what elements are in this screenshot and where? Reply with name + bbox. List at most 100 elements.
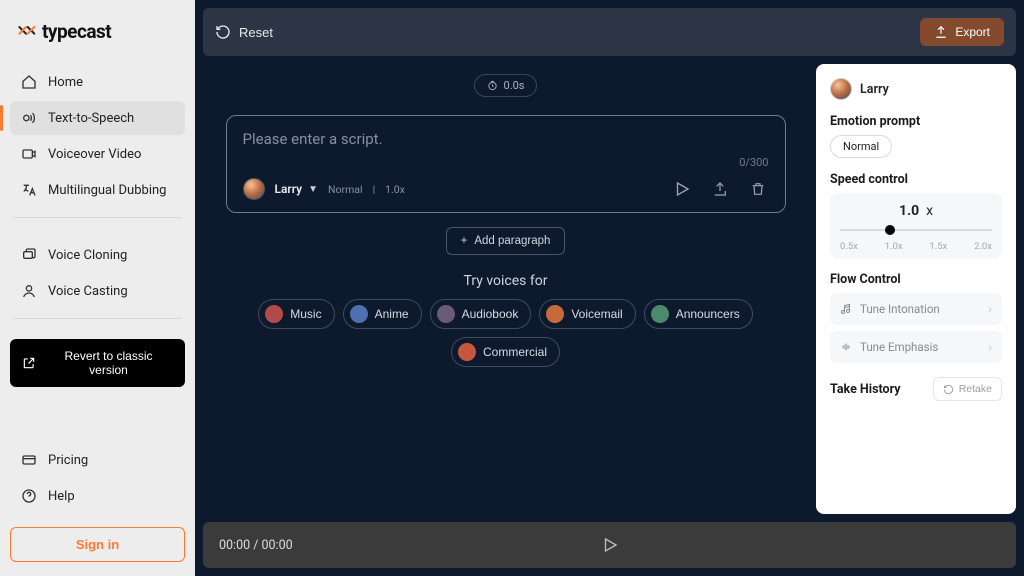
emotion-section: Emotion prompt Normal: [830, 114, 1002, 158]
flow-item-tune-emphasis[interactable]: Tune Emphasis›: [830, 331, 1002, 363]
nav-label: Voiceover Video: [48, 147, 141, 162]
voice-settings-panel: Larry Emotion prompt Normal Speed contro…: [816, 64, 1016, 514]
video-icon: [20, 145, 38, 163]
play-button[interactable]: [671, 178, 693, 200]
flow-section: Flow Control Tune Intonation›Tune Emphas…: [830, 272, 1002, 363]
sidebar-bottom: Pricing Help Sign in: [10, 443, 185, 562]
add-paragraph-button[interactable]: + Add paragraph: [446, 227, 566, 255]
nav-text-to-speech[interactable]: Text-to-Speech: [10, 101, 185, 135]
flow-item-tune-intonation[interactable]: Tune Intonation›: [830, 293, 1002, 325]
chip-label: Audiobook: [462, 307, 519, 321]
retake-label: Retake: [959, 383, 992, 395]
chip-avatar: [458, 343, 476, 361]
secondary-nav: Voice Cloning Voice Casting: [10, 238, 185, 308]
flow-item-icon: [840, 341, 852, 353]
player-time: 00:00 / 00:00: [219, 538, 293, 553]
voice-emotion: Normal: [328, 183, 363, 196]
add-paragraph-label: Add paragraph: [474, 235, 550, 247]
revert-label: Revert to classic version: [44, 349, 173, 377]
speed-label: Speed control: [830, 172, 1002, 187]
voice-selector-row: Larry ▼ Normal | 1.0x: [243, 178, 769, 200]
brand-name: typecast: [42, 20, 111, 43]
nav-multilingual-dubbing[interactable]: Multilingual Dubbing: [10, 173, 185, 207]
speed-tick: 2.0x: [974, 241, 992, 252]
revert-button[interactable]: Revert to classic version: [10, 339, 185, 387]
casting-icon: [20, 282, 38, 300]
panel-header: Larry: [830, 78, 1002, 100]
nav-separator: [14, 318, 181, 319]
emotion-pill[interactable]: Normal: [830, 135, 892, 158]
voice-chip-audiobook[interactable]: Audiobook: [430, 299, 532, 329]
nav-label: Voice Casting: [48, 284, 128, 299]
slider-thumb[interactable]: [885, 225, 895, 235]
panel-voice-name: Larry: [860, 82, 889, 97]
nav-voiceover-video[interactable]: Voiceover Video: [10, 137, 185, 171]
export-button[interactable]: Export: [920, 18, 1004, 46]
nav-help[interactable]: Help: [10, 479, 185, 513]
chevron-down-icon[interactable]: ▼: [308, 184, 318, 195]
speed-ticks: 0.5x1.0x1.5x2.0x: [840, 241, 992, 252]
topbar: Reset Export: [203, 8, 1016, 56]
chip-avatar: [651, 305, 669, 323]
retake-button[interactable]: Retake: [933, 377, 1002, 401]
voice-chip-voicemail[interactable]: Voicemail: [539, 299, 635, 329]
chevron-right-icon: ›: [989, 340, 992, 354]
player-bar: 00:00 / 00:00: [203, 522, 1016, 568]
tts-icon: [20, 109, 38, 127]
voice-speed: 1.0x: [385, 183, 405, 196]
sidebar: typecast Home Text-to-Speech Voiceover V…: [0, 0, 195, 576]
translate-icon: [20, 181, 38, 199]
undo-icon: [215, 24, 231, 40]
nav-voice-cloning[interactable]: Voice Cloning: [10, 238, 185, 272]
char-count: 0/300: [739, 156, 768, 169]
speed-slider[interactable]: [840, 223, 992, 237]
main: Reset Export 0.0s Please enter a script.…: [195, 0, 1024, 576]
nav-separator: [14, 217, 181, 218]
chip-label: Music: [290, 307, 321, 321]
help-icon: [20, 487, 38, 505]
speed-value: 1.0: [899, 203, 919, 219]
voice-chip-music[interactable]: Music: [258, 299, 334, 329]
player-play-button[interactable]: [601, 536, 619, 554]
nav-label: Text-to-Speech: [48, 111, 134, 126]
nav-home[interactable]: Home: [10, 65, 185, 99]
signin-button[interactable]: Sign in: [10, 527, 185, 562]
speed-box: 1.0 x 0.5x1.0x1.5x2.0x: [830, 193, 1002, 258]
voice-avatar: [243, 178, 265, 200]
speed-tick: 1.0x: [885, 241, 903, 252]
chip-avatar: [350, 305, 368, 323]
nav-voice-casting[interactable]: Voice Casting: [10, 274, 185, 308]
voice-chip-commercial[interactable]: Commercial: [451, 337, 560, 367]
refresh-icon: [943, 384, 954, 395]
slider-track: [840, 229, 992, 231]
nav-label: Multilingual Dubbing: [48, 183, 166, 198]
logo[interactable]: typecast: [10, 16, 185, 55]
chip-label: Anime: [375, 307, 409, 321]
primary-nav: Home Text-to-Speech Voiceover Video Mult…: [10, 65, 185, 207]
editor-area: 0.0s Please enter a script. 0/300 Larry …: [203, 64, 808, 514]
duration-pill[interactable]: 0.0s: [474, 74, 538, 97]
voice-chip-announcers[interactable]: Announcers: [644, 299, 753, 329]
flow-items: Tune Intonation› Tune Emphasis›: [830, 293, 1002, 363]
home-icon: [20, 73, 38, 91]
chip-label: Announcers: [676, 307, 740, 321]
chip-avatar: [546, 305, 564, 323]
nav-label: Help: [48, 489, 75, 504]
nav-pricing[interactable]: Pricing: [10, 443, 185, 477]
emotion-label: Emotion prompt: [830, 114, 1002, 129]
pricing-icon: [20, 451, 38, 469]
clone-icon: [20, 246, 38, 264]
voice-chip-anime[interactable]: Anime: [343, 299, 422, 329]
speed-suffix: x: [926, 203, 933, 219]
logo-icon: [16, 22, 36, 42]
try-voices-heading: Try voices for: [464, 273, 548, 289]
voice-name[interactable]: Larry: [275, 182, 303, 196]
speed-tick: 1.5x: [929, 241, 947, 252]
upload-icon: [934, 25, 948, 39]
delete-button[interactable]: [747, 178, 769, 200]
chip-avatar: [265, 305, 283, 323]
script-card[interactable]: Please enter a script. 0/300 Larry ▼ Nor…: [226, 115, 786, 213]
plus-icon: +: [461, 235, 468, 247]
share-button[interactable]: [709, 178, 731, 200]
reset-button[interactable]: Reset: [215, 24, 273, 40]
